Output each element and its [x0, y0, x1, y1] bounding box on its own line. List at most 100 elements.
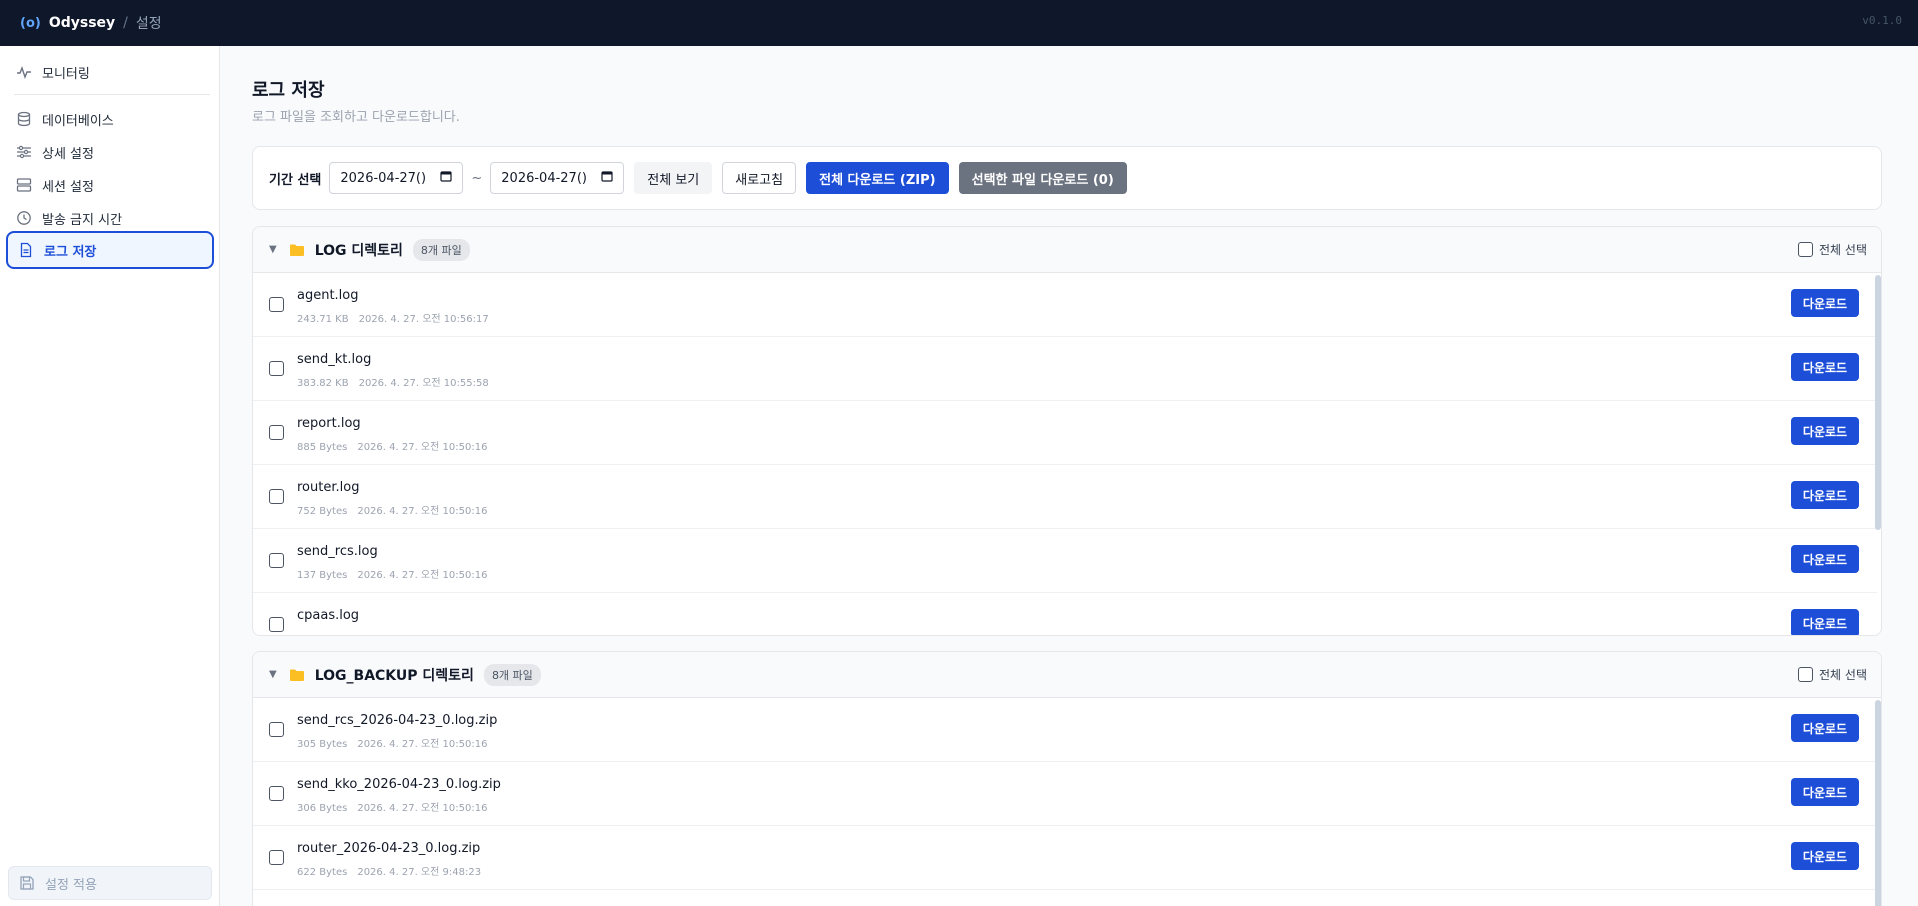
file-checkbox[interactable] — [269, 850, 284, 865]
sliders-icon — [16, 144, 32, 160]
version-label: v0.1.0 — [1862, 14, 1902, 27]
select-all-label: 전체 선택 — [1819, 668, 1867, 682]
sidebar-item-session-settings[interactable]: 세션 설정 — [6, 167, 214, 203]
server-icon — [16, 177, 32, 193]
directory-header[interactable]: ▼ LOG_BACKUP 디렉토리 8개 파일 전체 선택 — [253, 652, 1881, 698]
file-checkbox[interactable] — [269, 361, 284, 376]
file-name: router.log — [297, 480, 360, 495]
scrollbar[interactable] — [1875, 275, 1881, 530]
file-meta: 306 Bytes 2026. 4. 27. 오전 10:50:16 — [297, 799, 487, 814]
sidebar-item-label: 세션 설정 — [42, 179, 94, 195]
file-checkbox[interactable] — [269, 722, 284, 737]
file-list: send_rcs_2026-04-23_0.log.zip 305 Bytes 2… — [253, 698, 1881, 906]
download-button[interactable]: 다운로드 — [1791, 609, 1859, 635]
sidebar-item-log-storage[interactable]: 로그 저장 — [6, 231, 214, 269]
file-name: router_2026-04-23_0.log.zip — [297, 841, 481, 856]
select-all-checkbox[interactable]: 전체 선택 — [1798, 241, 1867, 258]
file-row: router_2026-04-23_0.log.zip 622 Bytes 202… — [253, 826, 1877, 890]
download-all-zip-button[interactable]: 전체 다운로드 (ZIP) — [806, 162, 949, 194]
start-date-input[interactable]: 2026-04-27() — [329, 162, 464, 194]
sidebar-item-database[interactable]: 데이터베이스 — [6, 101, 214, 137]
sidebar-item-label: 데이터베이스 — [42, 113, 114, 129]
file-checkbox[interactable] — [269, 489, 284, 504]
clock-icon — [16, 210, 32, 226]
file-date: 2026. 4. 27. 오전 10:56:17 — [358, 314, 489, 325]
file-meta: 885 Bytes 2026. 4. 27. 오전 10:50:16 — [297, 438, 487, 453]
apply-settings-button[interactable]: 설정 적용 — [8, 866, 212, 900]
sidebar-item-label: 발송 금지 시간 — [42, 212, 123, 228]
download-button[interactable]: 다운로드 — [1791, 778, 1859, 806]
file-name: send_rcs_2026-04-23_0.log.zip — [297, 713, 498, 728]
file-name: send_kko_2026-04-23_0.log.zip — [297, 777, 501, 792]
end-date-input[interactable]: 2026-04-27() — [490, 162, 625, 194]
download-button[interactable]: 다운로드 — [1791, 353, 1859, 381]
directory-name: LOG_BACKUP 디렉토리 — [314, 667, 474, 684]
end-date-value: 2026-04-27() — [501, 170, 587, 186]
file-name: send_kt.log — [297, 352, 372, 367]
sidebar-item-monitoring[interactable]: 모니터링 — [6, 54, 214, 90]
file-row: report.log 885 Bytes 2026. 4. 27. 오전 10:5… — [253, 401, 1877, 465]
file-row: cpaas.log 다운로드 — [253, 593, 1877, 635]
file-size: 243.71 KB — [297, 314, 349, 325]
main-content: 로그 저장 로그 파일을 조회하고 다운로드합니다. 기간 선택 2026-04… — [220, 46, 1918, 906]
breadcrumb: 설정 — [135, 16, 162, 32]
date-filter-bar: 기간 선택 2026-04-27() ~ 2026-04-27() 전체 보기 … — [252, 146, 1882, 210]
checkbox[interactable] — [1798, 667, 1814, 682]
collapse-caret-icon[interactable]: ▼ — [269, 244, 277, 255]
file-row: send_kt.log 383.82 KB 2026. 4. 27. 오전 10:… — [253, 337, 1877, 401]
file-size: 885 Bytes — [297, 442, 348, 453]
file-date: 2026. 4. 27. 오전 10:50:16 — [357, 739, 488, 750]
select-all-checkbox[interactable]: 전체 선택 — [1798, 666, 1867, 683]
file-meta: 243.71 KB 2026. 4. 27. 오전 10:56:17 — [297, 310, 489, 325]
download-button[interactable]: 다운로드 — [1791, 545, 1859, 573]
download-button[interactable]: 다운로드 — [1791, 289, 1859, 317]
apply-settings-label: 설정 적용 — [45, 877, 97, 893]
file-name: send_rcs.log — [297, 544, 378, 559]
file-size: 383.82 KB — [297, 378, 349, 389]
file-checkbox[interactable] — [269, 297, 284, 312]
sidebar-item-advanced-settings[interactable]: 상세 설정 — [6, 134, 214, 170]
file-checkbox[interactable] — [269, 553, 284, 568]
download-button[interactable]: 다운로드 — [1791, 714, 1859, 742]
directory-header[interactable]: ▼ LOG 디렉토리 8개 파일 전체 선택 — [253, 227, 1881, 273]
scrollbar[interactable] — [1875, 700, 1881, 906]
file-checkbox[interactable] — [269, 425, 284, 440]
file-count-badge: 8개 파일 — [483, 663, 541, 686]
calendar-icon[interactable] — [440, 170, 452, 186]
sidebar-item-label: 로그 저장 — [44, 244, 97, 260]
download-button[interactable]: 다운로드 — [1791, 417, 1859, 445]
file-size: 752 Bytes — [297, 506, 348, 517]
file-meta: 622 Bytes 2026. 4. 27. 오전 9:48:23 — [297, 863, 481, 878]
file-size: 306 Bytes — [297, 803, 348, 814]
activity-icon — [16, 64, 32, 80]
file-checkbox[interactable] — [269, 786, 284, 801]
sidebar-item-label: 모니터링 — [42, 66, 90, 82]
folder-icon — [289, 243, 305, 257]
file-row: agent.log 243.71 KB 2026. 4. 27. 오전 10:56… — [253, 273, 1877, 337]
refresh-button[interactable]: 새로고침 — [722, 162, 797, 194]
save-icon — [19, 875, 35, 891]
view-all-button[interactable]: 전체 보기 — [634, 162, 713, 194]
file-name: report.log — [297, 416, 361, 431]
app-name[interactable]: Odyssey — [49, 15, 115, 31]
file-row: send_rcs.log 137 Bytes 2026. 4. 27. 오전 10… — [253, 529, 1877, 593]
file-meta: 383.82 KB 2026. 4. 27. 오전 10:55:58 — [297, 374, 489, 389]
select-all-label: 전체 선택 — [1819, 243, 1867, 257]
download-button[interactable]: 다운로드 — [1791, 842, 1859, 870]
log-backup-directory-card: ▼ LOG_BACKUP 디렉토리 8개 파일 전체 선택 send_rcs_2… — [252, 651, 1882, 906]
breadcrumb-separator: / — [123, 15, 128, 31]
calendar-icon[interactable] — [601, 170, 613, 186]
download-selected-button[interactable]: 선택한 파일 다운로드 (0) — [958, 162, 1127, 194]
download-button[interactable]: 다운로드 — [1791, 481, 1859, 509]
checkbox[interactable] — [1798, 242, 1814, 257]
file-date: 2026. 4. 27. 오전 10:50:16 — [357, 506, 488, 517]
collapse-caret-icon[interactable]: ▼ — [269, 669, 277, 680]
date-range-separator: ~ — [471, 170, 483, 186]
file-name: cpaas.log — [297, 608, 360, 623]
start-date-value: 2026-04-27() — [340, 170, 427, 186]
file-icon — [18, 242, 34, 258]
file-checkbox[interactable] — [269, 617, 284, 632]
directory-name: LOG 디렉토리 — [314, 242, 403, 259]
file-size: 137 Bytes — [297, 570, 348, 581]
file-meta: 752 Bytes 2026. 4. 27. 오전 10:50:16 — [297, 502, 487, 517]
